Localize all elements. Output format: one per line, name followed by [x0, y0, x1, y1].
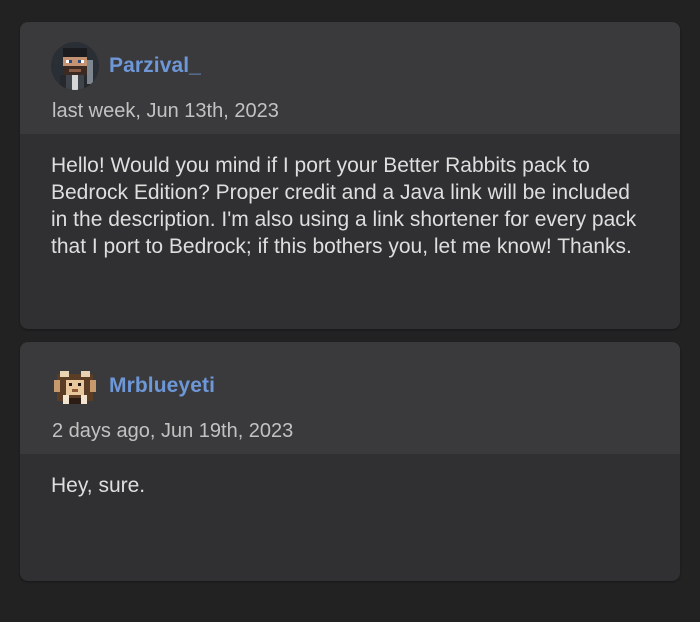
- comment-author: Mrblueyeti: [51, 362, 215, 410]
- comment-author-username[interactable]: Parzival_: [109, 54, 201, 78]
- comment-body: Hey, sure.: [51, 474, 146, 497]
- comment-timestamp: 2 days ago, Jun 19th, 2023: [52, 420, 294, 442]
- comment-header: Mrblueyeti 2 days ago, Jun 19th, 2023: [20, 342, 680, 454]
- comment-header: Parzival_ last week, Jun 13th, 2023: [20, 22, 680, 134]
- pixel-yeti-avatar-icon[interactable]: [51, 362, 99, 410]
- comment-card: Parzival_ last week, Jun 13th, 2023 Hell…: [20, 22, 680, 329]
- comment-timestamp: last week, Jun 13th, 2023: [52, 100, 279, 122]
- comment-author: Parzival_: [51, 42, 201, 90]
- comments-page: Parzival_ last week, Jun 13th, 2023 Hell…: [0, 0, 700, 622]
- pixel-character-avatar-icon[interactable]: [51, 42, 99, 90]
- comment-body: Hello! Would you mind if I port your Bet…: [51, 154, 637, 258]
- comment-author-username[interactable]: Mrblueyeti: [109, 374, 215, 398]
- comment-card: Mrblueyeti 2 days ago, Jun 19th, 2023 He…: [20, 342, 680, 581]
